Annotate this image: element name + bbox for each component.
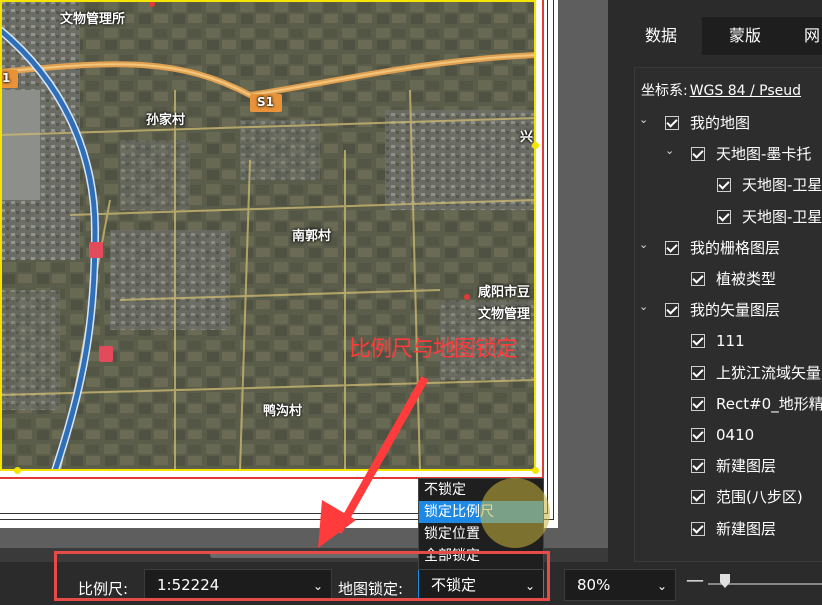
layer-label: 我的矢量图层: [690, 301, 781, 320]
layer-label: 植被类型: [716, 270, 777, 288]
layer-label: 天地图-墨卡托: [716, 145, 812, 164]
map-label-s1: S1: [257, 95, 274, 109]
checkbox-checked-icon[interactable]: [691, 272, 705, 286]
resize-handle-right[interactable]: [532, 142, 539, 149]
crs-row: 坐标系: WGS 84 / Pseud: [641, 80, 801, 100]
chevron-down-icon[interactable]: ⌄: [639, 234, 653, 256]
layer-label: 我的地图: [690, 114, 751, 132]
layer-label: 我的栅格图层: [690, 238, 781, 257]
layer-label: 天地图-卫星: [742, 207, 822, 226]
checkbox-checked-icon[interactable]: [691, 459, 705, 474]
checkbox-checked-icon[interactable]: [717, 178, 731, 193]
resize-handle-bottom-left[interactable]: [14, 467, 21, 474]
map-lock-dropdown: 不锁定 锁定比例尺 锁定位置 全部锁定: [418, 478, 544, 570]
chevron-down-icon: ⌄: [312, 579, 323, 593]
map-label-culture-office: 文物管理所: [60, 12, 126, 27]
checkbox-checked-icon[interactable]: [717, 209, 731, 224]
tab-mask[interactable]: 蒙版: [702, 17, 788, 55]
layer-label: 0410: [716, 426, 755, 444]
map-label-xianyang-1: 咸阳市豆: [478, 285, 531, 300]
layer-label: 天地图-卫星: [742, 176, 822, 195]
lock-option-scale[interactable]: 锁定比例尺: [419, 501, 543, 523]
map-lock-select[interactable]: 不锁定 ⌄: [418, 569, 544, 601]
map-lock-value: 不锁定: [431, 576, 477, 594]
zoom-select[interactable]: 80% ⌄: [564, 569, 676, 601]
scale-value: 1:52224: [157, 576, 220, 594]
lock-option-position[interactable]: 锁定位置: [419, 523, 543, 545]
lock-option-all[interactable]: 全部锁定: [419, 545, 543, 567]
checkbox-checked-icon[interactable]: [691, 396, 705, 411]
crs-label: 坐标系:: [641, 83, 688, 99]
map-canvas[interactable]: 文物管理所 孙家村 S1 1 兴 南郭村 咸阳市豆 文物管理 鸭沟村 比例尺与地…: [0, 0, 608, 548]
tab-grid[interactable]: 网: [788, 17, 822, 55]
map-label-xianyang-2: 文物管理: [478, 307, 531, 322]
layer-label: 111: [716, 332, 745, 351]
checkbox-checked-icon[interactable]: [691, 428, 705, 442]
map-label-nanguocun: 南郭村: [292, 229, 332, 244]
checkbox-checked-icon[interactable]: [691, 490, 705, 505]
chevron-down-icon[interactable]: ⌄: [639, 109, 653, 131]
scale-select[interactable]: 1:52224 ⌄: [144, 569, 332, 601]
checkbox-checked-icon[interactable]: [691, 334, 705, 349]
map-frame-red-edge-right: [542, 0, 544, 479]
checkbox-checked-icon[interactable]: [665, 116, 679, 130]
tab-data[interactable]: 数据: [620, 17, 702, 55]
checkbox-checked-icon[interactable]: [691, 365, 705, 380]
chevron-down-icon: ⌄: [524, 579, 535, 593]
layer-tree-container: 坐标系: WGS 84 / Pseud ⌄ 我的地图 ⌄ 天地图-墨卡托天地图-卫星 天地…: [634, 67, 822, 562]
zoom-value: 80%: [577, 576, 611, 594]
map-label-sunjiacun: 孙家村: [146, 113, 186, 128]
layer-label: 新建图层: [716, 457, 777, 476]
map-label-s1-left: 1: [2, 71, 11, 85]
map-label-yagoucun: 鸭沟村: [263, 404, 303, 419]
lock-option-none[interactable]: 不锁定: [419, 479, 543, 501]
checkbox-checked-icon[interactable]: [691, 521, 705, 536]
layers-panel: 数据 蒙版 网 坐标系: WGS 84 / Pseud ⌄ 我的地图 ⌄ 天地图-墨卡托…: [620, 0, 822, 562]
resize-handle-bottom-right[interactable]: [532, 467, 539, 474]
panel-tabs: 数据 蒙版 网: [620, 17, 822, 55]
satellite-map[interactable]: 文物管理所 孙家村 S1 1 兴 南郭村 咸阳市豆 文物管理 鸭沟村: [0, 0, 536, 471]
scale-label: 比例尺:: [78, 580, 129, 598]
chevron-down-icon[interactable]: ⌄: [639, 296, 653, 318]
checkbox-checked-icon[interactable]: [665, 240, 679, 255]
layer-label: 新建图层: [716, 519, 777, 538]
checkbox-checked-icon[interactable]: [665, 303, 679, 318]
chevron-down-icon: ⌄: [656, 579, 667, 593]
layer-label: 上犹江流域矢量: [716, 363, 822, 382]
chevron-down-icon[interactable]: ⌄: [665, 140, 679, 162]
map-label-xing: 兴: [520, 130, 534, 145]
layer-label: Rect#0_地形精: [716, 394, 822, 413]
panel-top-strip: [620, 0, 822, 14]
zoom-out-button[interactable]: —: [686, 570, 704, 591]
annotation-label: 比例尺与地图锁定: [349, 337, 518, 362]
app-window: 文物管理所 孙家村 S1 1 兴 南郭村 咸阳市豆 文物管理 鸭沟村 比例尺与地…: [0, 0, 822, 605]
checkbox-checked-icon[interactable]: [691, 147, 705, 162]
layer-label: 范围(八步区): [716, 488, 803, 507]
crs-link[interactable]: WGS 84 / Pseud: [690, 83, 801, 99]
map-lock-label: 地图锁定:: [338, 580, 404, 598]
